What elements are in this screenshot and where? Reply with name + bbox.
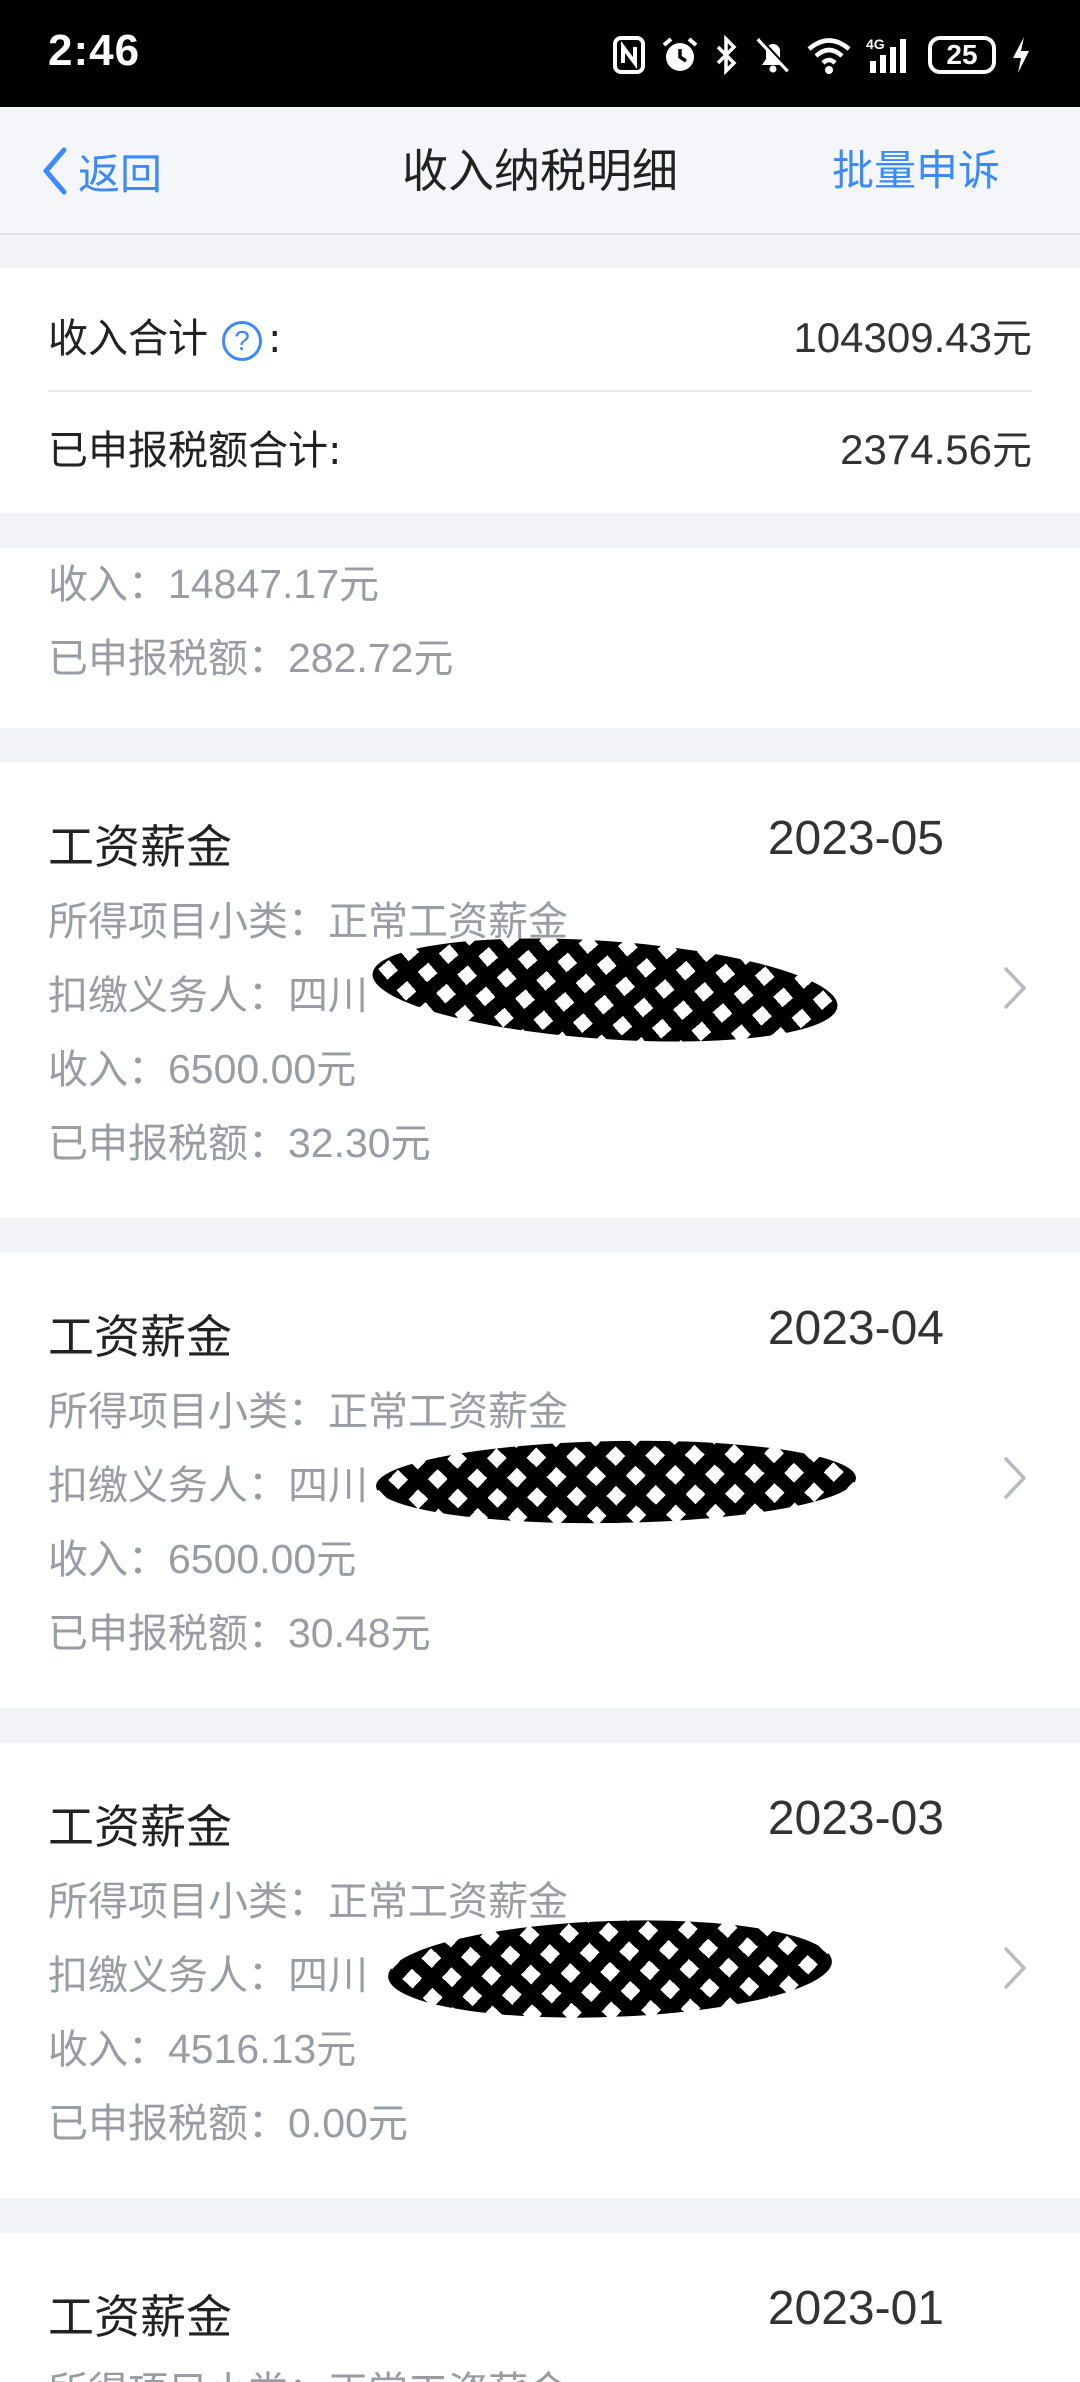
record-date: 2023-01 <box>767 2282 944 2335</box>
record-subcategory: 所得项目小类：正常工资薪金 <box>48 2359 568 2382</box>
status-bar: 2:46 4G 25 <box>0 0 1080 107</box>
record-subcategory: 所得项目小类：正常工资薪金 <box>48 1879 568 1925</box>
mute-bell-icon <box>756 37 791 73</box>
summary-panel: 收入合计?: 104309.43元 已申报税额合计: 2374.56元 <box>0 268 1080 513</box>
income-total-value-group: 104309.43元 <box>793 306 1032 364</box>
income-total-colon: : <box>268 316 282 362</box>
record-card[interactable]: 工资薪金 2023-01 所得项目小类：正常工资薪金 <box>0 2233 1080 2382</box>
tax-total-label: 已申报税额合计: <box>48 428 342 474</box>
back-button[interactable]: 返回 <box>40 137 162 205</box>
record-card[interactable]: 工资薪金 2023-04 所得项目小类：正常工资薪金 扣缴义务人：四川 收入：6… <box>0 1253 1080 1708</box>
charging-icon <box>1013 37 1029 73</box>
chevron-right-icon <box>1004 967 1026 1009</box>
income-total-label: 收入合计 <box>48 316 208 362</box>
tax-total-unit: 元 <box>992 428 1032 474</box>
tax-total-value-group: 2374.56元 <box>840 418 1032 476</box>
record-card-partial[interactable]: 收入：14847.17元 已申报税额：282.72元 <box>0 548 1080 728</box>
record-type: 工资薪金 <box>48 820 232 874</box>
batch-appeal-button[interactable]: 批量申诉 <box>832 137 1000 205</box>
record-subcategory: 所得项目小类：正常工资薪金 <box>48 1389 568 1435</box>
income-total-unit: 元 <box>992 316 1032 362</box>
status-time: 2:46 <box>48 26 141 75</box>
record-income: 收入：4516.13元 <box>48 2026 357 2073</box>
record-date: 2023-04 <box>767 1302 944 1355</box>
redaction-scribble <box>369 924 841 1056</box>
alarm-icon <box>662 37 698 71</box>
record-withholder: 扣缴义务人：四川 <box>48 973 368 1019</box>
record-tax: 已申报税额：32.30元 <box>48 1120 431 1167</box>
tax-total-value: 2374.56 <box>840 426 992 473</box>
record-date: 2023-05 <box>767 812 944 865</box>
record-withholder: 扣缴义务人：四川 <box>48 1953 368 1999</box>
nav-bar: 返回 收入纳税明细 批量申诉 <box>0 107 1080 235</box>
battery-indicator: 25 <box>928 36 996 74</box>
record-income: 收入：6500.00元 <box>48 1536 357 1583</box>
record-subcategory: 所得项目小类：正常工资薪金 <box>48 899 568 945</box>
record-withholder: 扣缴义务人：四川 <box>48 1463 368 1509</box>
signal-4g-icon: 4G <box>866 36 906 73</box>
record-tax: 已申报税额：30.48元 <box>48 1610 431 1657</box>
chevron-right-icon <box>1004 1947 1026 1989</box>
help-icon[interactable]: ? <box>222 321 262 361</box>
tax-total-row: 已申报税额合计: 2374.56元 <box>48 392 1032 502</box>
record-card[interactable]: 工资薪金 2023-05 所得项目小类：正常工资薪金 扣缴义务人：四川 收入：6… <box>0 763 1080 1218</box>
record-type: 工资薪金 <box>48 2290 232 2344</box>
record-type: 工资薪金 <box>48 1800 232 1854</box>
record-tax: 已申报税额：282.72元 <box>48 635 454 682</box>
wifi-icon <box>807 38 851 74</box>
record-tax: 已申报税额：0.00元 <box>48 2100 408 2147</box>
redaction-scribble <box>386 1913 834 2025</box>
chevron-right-icon <box>1004 1457 1026 1499</box>
nfc-icon <box>613 36 645 74</box>
record-card[interactable]: 工资薪金 2023-03 所得项目小类：正常工资薪金 扣缴义务人：四川 收入：4… <box>0 1743 1080 2198</box>
income-total-value: 104309.43 <box>793 314 992 361</box>
record-income: 收入：6500.00元 <box>48 1046 357 1093</box>
svg-text:4G: 4G <box>866 36 885 52</box>
income-total-row: 收入合计?: 104309.43元 <box>48 280 1032 390</box>
redaction-scribble <box>375 1436 857 1528</box>
status-icons: 4G 25 <box>612 30 1032 80</box>
bluetooth-icon <box>716 35 737 75</box>
income-total-label-group: 收入合计?: <box>48 306 281 364</box>
back-label: 返回 <box>78 149 163 199</box>
record-date: 2023-03 <box>767 1792 944 1845</box>
chevron-left-icon <box>43 147 67 195</box>
record-income: 收入：14847.17元 <box>48 561 380 608</box>
record-type: 工资薪金 <box>48 1310 232 1364</box>
